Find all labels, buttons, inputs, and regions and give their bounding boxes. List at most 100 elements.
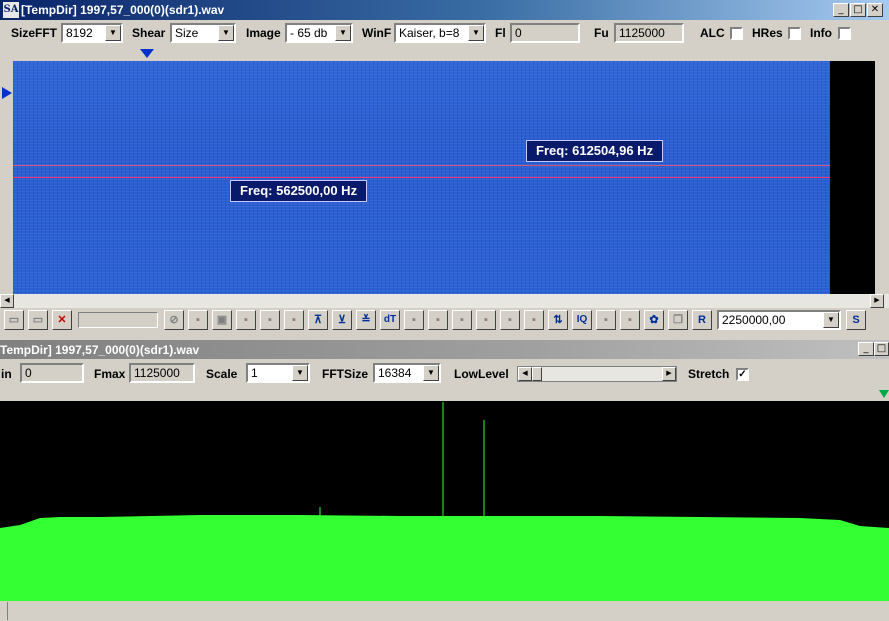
fmin-value: 0 (25, 366, 32, 380)
marker-up-icon[interactable]: ⊼ (308, 310, 328, 330)
stop-icon[interactable]: ⊘ (164, 310, 184, 330)
chevron-down-icon[interactable]: ▼ (218, 25, 234, 41)
tool-icon[interactable]: ▪ (404, 310, 424, 330)
tool-icon[interactable]: ▪ (452, 310, 472, 330)
spectrogram-window: SA [TempDir] 1997,57_000(0)(sdr1).wav _ … (0, 0, 889, 337)
save-icon[interactable]: ▭ (28, 310, 48, 330)
tool-icon[interactable]: ▪ (524, 310, 544, 330)
spectrogram-view[interactable] (13, 61, 830, 294)
lowlevel-slider[interactable]: ◀ ▶ (517, 366, 677, 382)
freq-readout-upper: Freq: 612504,96 Hz (526, 140, 664, 162)
tool-icon[interactable]: ▪ (500, 310, 520, 330)
corner-marker-icon (879, 390, 889, 398)
fmin-label: in (1, 367, 12, 381)
fmin-field[interactable]: 0 (20, 363, 84, 383)
tool-icon[interactable]: ▪ (596, 310, 616, 330)
fl-field[interactable]: 0 (510, 23, 580, 43)
settings-gear-icon[interactable]: ✿ (644, 310, 664, 330)
minimize-button[interactable]: _ (858, 342, 874, 356)
tool-icon[interactable]: ▪ (236, 310, 256, 330)
marker-double-icon[interactable]: ≚ (356, 310, 376, 330)
scroll-right-icon[interactable]: ▶ (662, 367, 676, 381)
scroll-left-icon[interactable]: ◀ (0, 294, 14, 308)
slider-thumb[interactable] (532, 367, 542, 381)
tool-icon[interactable]: ▪ (476, 310, 496, 330)
alc-checkbox[interactable] (730, 27, 743, 40)
sample-rate-value: 2250000,00 (722, 313, 786, 327)
spectrum-titlebar[interactable]: TempDir] 1997,57_000(0)(sdr1).wav _ □ (0, 340, 889, 359)
image-db-select[interactable]: - 65 db ▼ (285, 23, 353, 43)
sizefft-value: 8192 (66, 26, 93, 40)
freq-readout-lower: Freq: 562500,00 Hz (230, 180, 368, 202)
fftsize-select[interactable]: 16384 ▼ (373, 363, 441, 383)
spectrum-view[interactable] (0, 401, 889, 601)
sizefft-select[interactable]: 8192 ▼ (61, 23, 123, 43)
side-marker-icon[interactable] (2, 87, 12, 99)
status-panel (0, 602, 8, 620)
fmax-label: Fmax (94, 367, 126, 381)
top-marker-icon[interactable] (140, 49, 154, 59)
chevron-down-icon[interactable]: ▼ (423, 365, 439, 381)
stretch-label: Stretch (688, 367, 730, 381)
sample-rate-select[interactable]: 2250000,00 ▼ (717, 310, 841, 330)
fl-value: 0 (515, 26, 522, 40)
tool-icon[interactable]: ▪ (620, 310, 640, 330)
fftsize-value: 16384 (378, 366, 412, 380)
scale-select[interactable]: 1 ▼ (246, 363, 310, 383)
status-bar (0, 601, 889, 621)
spectrum-noise-floor (0, 515, 889, 601)
tool-icon[interactable]: ▪ (428, 310, 448, 330)
hres-checkbox[interactable] (788, 27, 801, 40)
scroll-left-icon[interactable]: ◀ (518, 367, 532, 381)
alc-label: ALC (700, 26, 725, 40)
open-icon[interactable]: ▭ (4, 310, 24, 330)
progress-field (78, 312, 158, 328)
maximize-button[interactable]: □ (850, 3, 866, 17)
stretch-checkbox[interactable]: ✓ (736, 368, 749, 381)
tool-icon[interactable]: ▪ (284, 310, 304, 330)
window-title: [TempDir] 1997,57_000(0)(sdr1).wav (21, 3, 225, 17)
delete-icon[interactable]: ✕ (52, 310, 72, 330)
swap-arrows-icon[interactable]: ⇅ (548, 310, 568, 330)
spectrogram-unused-area (830, 61, 875, 294)
fu-field[interactable]: 1125000 (614, 23, 684, 43)
shear-label: Shear (132, 26, 166, 40)
chevron-down-icon[interactable]: ▼ (468, 25, 484, 41)
scale-value: 1 (251, 366, 258, 380)
close-button[interactable]: ✕ (867, 3, 883, 17)
spectrum-plot (0, 402, 889, 601)
fmax-value: 1125000 (134, 366, 180, 380)
r-button[interactable]: R (692, 310, 712, 330)
chevron-down-icon[interactable]: ▼ (823, 312, 839, 328)
marker-line (13, 165, 830, 166)
info-checkbox[interactable] (838, 27, 851, 40)
fftsize-label: FFTSize (322, 367, 369, 381)
lowlevel-label: LowLevel (454, 367, 509, 381)
hres-label: HRes (752, 26, 783, 40)
shear-select[interactable]: Size ▼ (170, 23, 236, 43)
chevron-down-icon[interactable]: ▼ (335, 25, 351, 41)
tool-icon[interactable]: ▪ (260, 310, 280, 330)
scroll-right-icon[interactable]: ▶ (870, 294, 884, 308)
copy-icon[interactable]: ❐ (668, 310, 688, 330)
fmax-field[interactable]: 1125000 (129, 363, 195, 383)
spectrogram-scrollbar[interactable]: ◀ ▶ (0, 294, 889, 308)
image-db-value: - 65 db (290, 26, 328, 40)
shear-value: Size (175, 26, 199, 40)
chevron-down-icon[interactable]: ▼ (292, 365, 308, 381)
tool-icon[interactable]: ▪ (188, 310, 208, 330)
s-button[interactable]: S (846, 310, 866, 330)
marker-down-icon[interactable]: ⊻ (332, 310, 352, 330)
chevron-down-icon[interactable]: ▼ (105, 25, 121, 41)
spectrogram-titlebar[interactable]: SA [TempDir] 1997,57_000(0)(sdr1).wav _ … (0, 0, 889, 20)
minimize-button[interactable]: _ (833, 3, 849, 17)
winf-label: WinF (362, 26, 392, 40)
scale-label: Scale (206, 367, 238, 381)
app-logo-icon: SA (3, 2, 19, 18)
maximize-button[interactable]: □ (874, 342, 889, 356)
iq-button[interactable]: IQ (572, 310, 592, 330)
dt-button[interactable]: dT (380, 310, 400, 330)
window-function-select[interactable]: Kaiser, b=8 ▼ (394, 23, 486, 43)
fu-label: Fu (594, 26, 609, 40)
frame-icon[interactable]: ▣ (212, 310, 232, 330)
